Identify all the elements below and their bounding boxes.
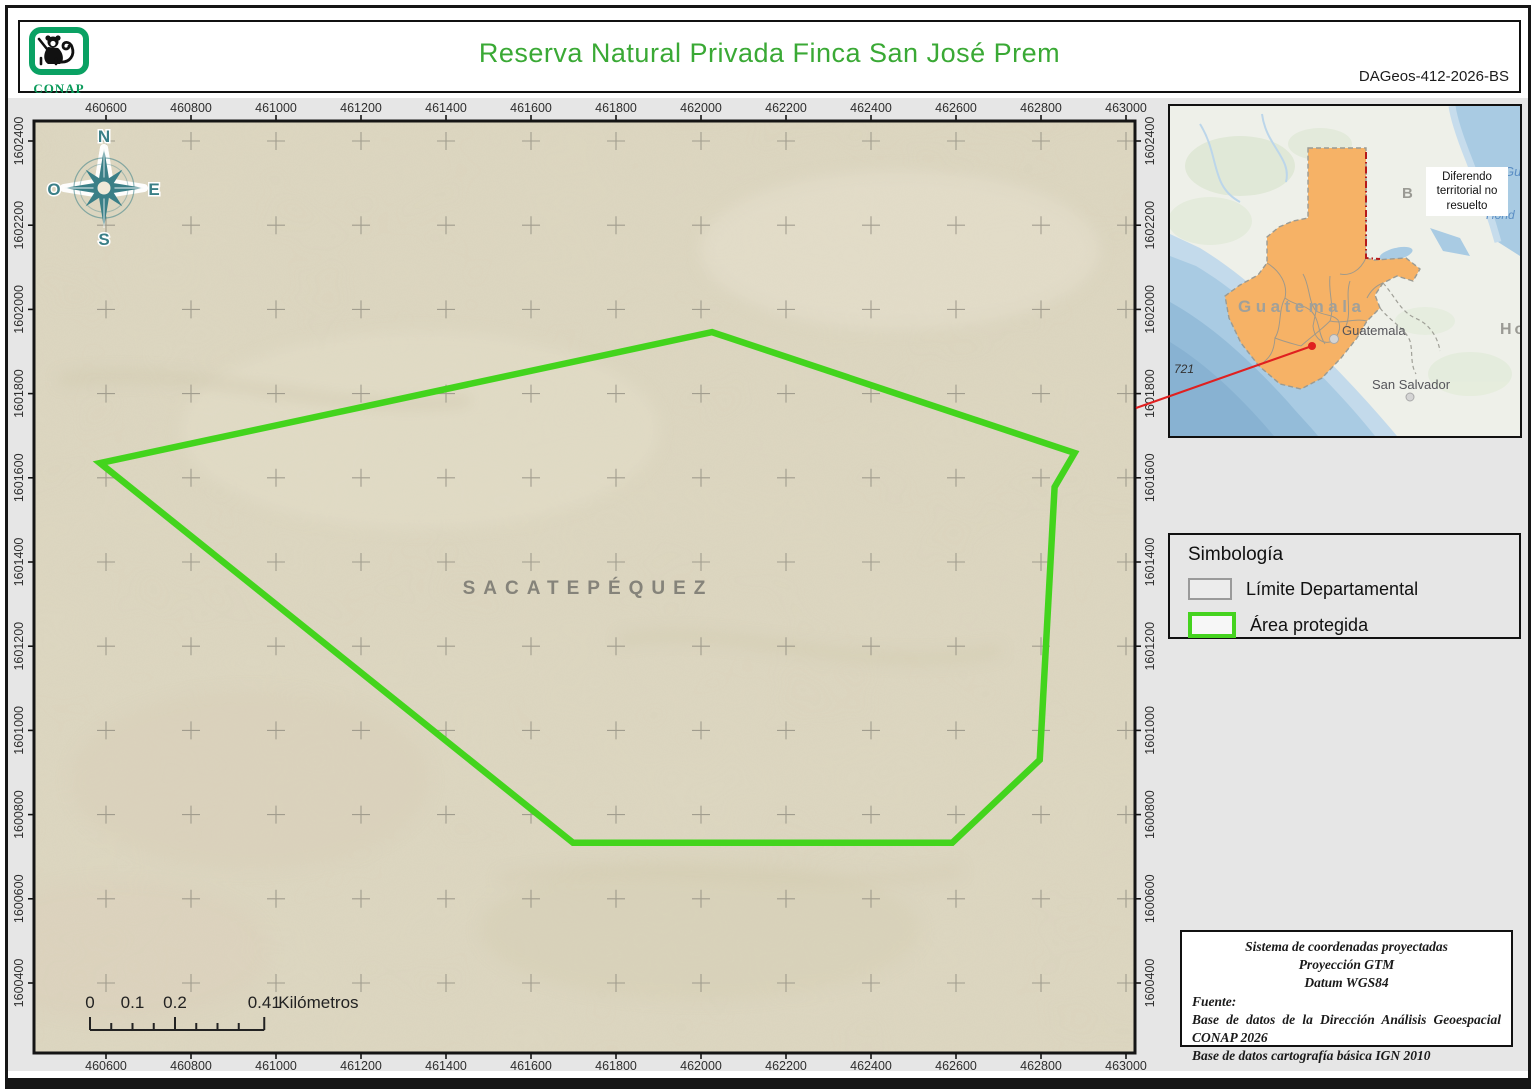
page-title: Reserva Natural Privada Finca San José P…: [478, 38, 1061, 68]
legend-item-departmental: Límite Departamental: [1188, 578, 1519, 600]
inset-city-label: Guatemala: [1342, 323, 1406, 338]
legend-item-label: Área protegida: [1250, 614, 1369, 635]
source-line-2: CONAP 2026: [1192, 1030, 1268, 1046]
belize-label-fragment: B: [1402, 185, 1413, 202]
legend-title: Simbología: [1188, 544, 1284, 565]
legend-item-protected: Área protegida: [1188, 612, 1519, 638]
guatemala-city-dot: [1329, 334, 1339, 344]
san-salvador-dot: [1405, 392, 1415, 402]
source-line-3: Base de datos cartografía básica IGN 201…: [1192, 1048, 1431, 1064]
projection-line: Proyección GTM: [1298, 957, 1395, 973]
conap-logo-label: CONAP: [33, 81, 85, 96]
departmental-boundary-swatch: [1188, 578, 1232, 600]
road-number-label: 721: [1174, 362, 1194, 376]
header: CONAP Reserva Natural Privada Finca San …: [18, 20, 1521, 96]
map-sheet: CONAP Reserva Natural Privada Finca San …: [0, 0, 1536, 1089]
credits-box: Sistema de coordenadas proyectadas Proye…: [1180, 930, 1513, 1063]
datum-line: Datum WGS84: [1304, 975, 1389, 991]
inset-city2-label: San Salvador: [1372, 377, 1451, 392]
source-heading: Fuente:: [1192, 993, 1237, 1009]
legend-item-label: Límite Departamental: [1246, 578, 1419, 599]
territorial-dispute-note: Diferendo territorial no resuelto: [1426, 167, 1508, 217]
coord-system-line: Sistema de coordenadas proyectadas: [1245, 939, 1448, 954]
inset-map-svg: Guatemala Guatemala San Salvador Ho B Gu…: [1170, 106, 1520, 436]
protected-area-swatch: [1188, 612, 1236, 638]
legend: Simbología Límite Departamental Área pro…: [1168, 533, 1521, 639]
location-inset-map: Guatemala Guatemala San Salvador Ho B Gu…: [1168, 104, 1522, 438]
honduras-label-fragment: Ho: [1500, 321, 1520, 338]
inset-country-label: Guatemala: [1238, 297, 1365, 316]
source-line-1: Base de datos de la Dirección Análisis G…: [1192, 1011, 1501, 1027]
document-id: DAGeos-412-2026-BS: [1358, 68, 1509, 85]
